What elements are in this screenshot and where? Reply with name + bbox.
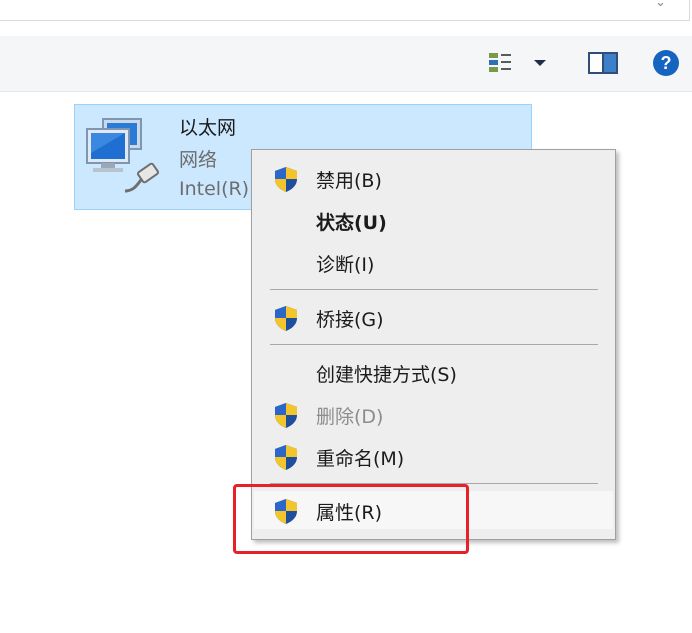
caret-down-icon[interactable] [530,48,550,78]
menu-item-create-shortcut[interactable]: 创建快捷方式(S) [254,353,613,391]
menu-item-label: 状态(U) [316,212,387,234]
explorer-window: ⌄ ? 以太网 网络 Intel(R) 禁用(B) 状态(U) 诊断(I) 桥接… [0,0,692,633]
menu-item-status[interactable]: 状态(U) [254,201,613,239]
menu-separator [270,344,598,345]
svg-text:?: ? [661,53,672,73]
menu-item-label: 删除(D) [316,406,384,428]
chevron-down-icon[interactable]: ⌄ [655,0,666,9]
red-highlight-box [233,484,469,554]
menu-item-diagnose[interactable]: 诊断(I) [254,243,613,281]
uac-shield-icon [275,306,297,331]
view-options-icon[interactable] [486,48,516,78]
help-icon[interactable]: ? [650,48,682,78]
uac-shield-icon [275,403,297,428]
connection-name: 以太网 [179,117,237,139]
menu-item-label: 诊断(I) [316,254,375,276]
menu-item-label: 桥接(G) [316,309,384,331]
connection-type: 网络 [179,149,218,171]
menu-item-disable[interactable]: 禁用(B) [254,159,613,197]
context-menu: 禁用(B) 状态(U) 诊断(I) 桥接(G) 创建快捷方式(S) 删除(D) … [251,149,616,540]
menu-item-label: 禁用(B) [316,170,382,192]
menu-separator [270,289,598,290]
command-toolbar: ? [0,36,692,92]
connection-adapter: Intel(R) [179,178,250,200]
menu-item-delete: 删除(D) [254,395,613,433]
preview-pane-icon[interactable] [586,48,620,78]
address-bar[interactable]: ⌄ [0,0,690,21]
menu-item-rename[interactable]: 重命名(M) [254,437,613,475]
menu-item-label: 创建快捷方式(S) [316,364,457,386]
uac-shield-icon [275,445,297,470]
network-adapter-icon [86,118,160,193]
menu-item-bridge[interactable]: 桥接(G) [254,298,613,336]
menu-item-label: 重命名(M) [316,448,405,470]
uac-shield-icon [275,167,297,192]
